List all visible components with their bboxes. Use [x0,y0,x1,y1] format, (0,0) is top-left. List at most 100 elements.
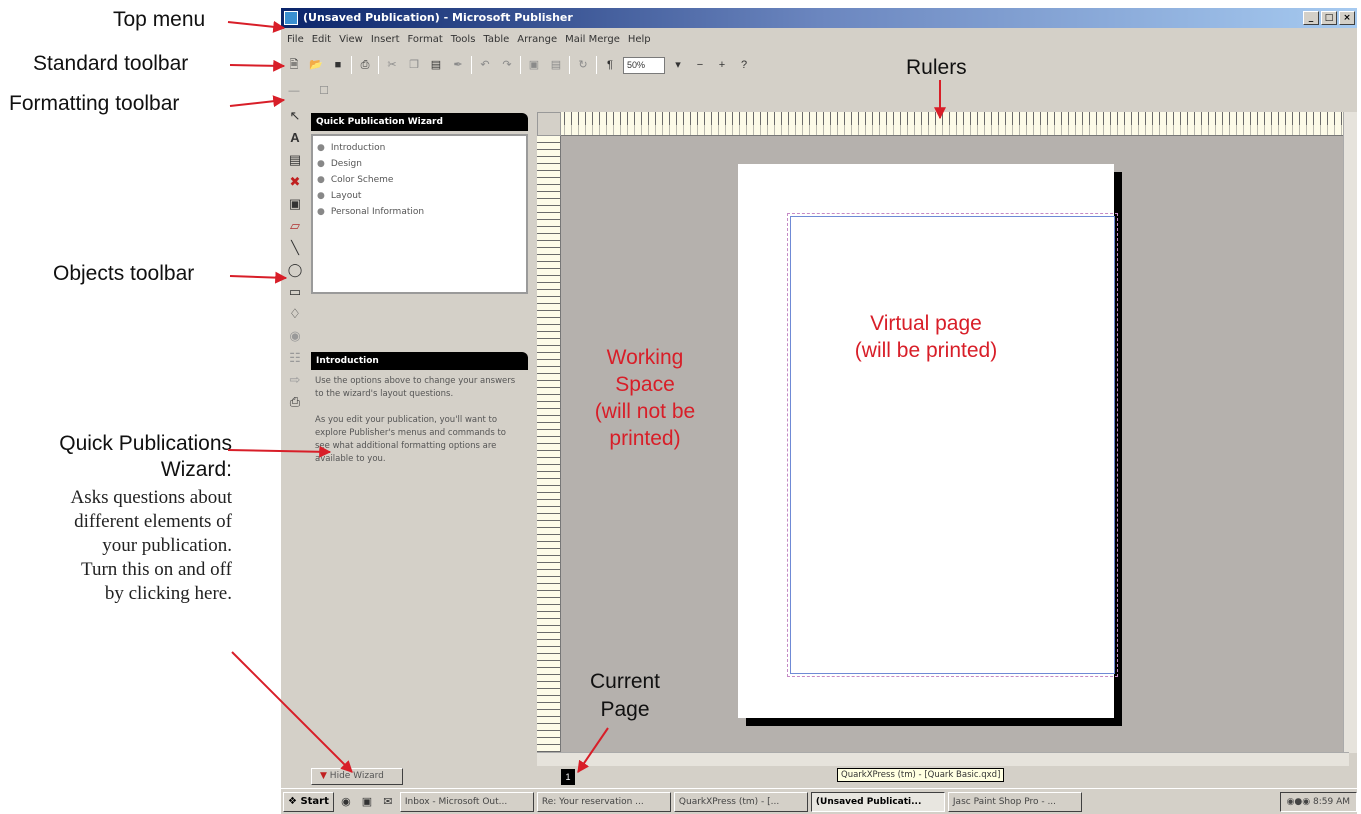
menu-insert[interactable]: Insert [371,30,400,50]
maximize-button[interactable]: □ [1321,11,1337,25]
picture-icon[interactable]: ▣ [285,194,305,213]
clock: 8:59 AM [1313,796,1350,807]
menu-arrange[interactable]: Arrange [517,30,557,50]
send-backward-icon[interactable]: ▤ [547,56,565,74]
vertical-ruler[interactable] [537,136,561,753]
taskbar-item-reservation[interactable]: Re: Your reservation ... [536,791,671,812]
menu-help[interactable]: Help [628,30,651,50]
wizard-item-introduction[interactable]: ● Introduction [317,140,522,156]
ruler-corner[interactable] [537,112,561,136]
label-qpw-description: Asks questions about different elements … [0,486,233,606]
wizard-item-design[interactable]: ● Design [317,156,522,172]
status-bar: ▼ Hide Wizard 1 QuarkXPress (tm) - [Quar… [281,766,1357,786]
label-objects-toolbar: Objects toolbar [53,262,195,285]
paste-icon[interactable]: ▤ [427,56,445,74]
new-icon[interactable]: 🗎 [285,56,303,74]
zoom-dropdown-icon[interactable]: ▾ [669,56,687,74]
wizard-intro-paragraph-2: As you edit your publication, you'll wan… [315,415,506,464]
menu-view[interactable]: View [339,30,363,50]
format-font-icon[interactable]: — [285,82,303,100]
toolbar-separator [471,56,472,74]
wordart-icon[interactable]: ✖ [285,172,305,191]
toolbar-separator [520,56,521,74]
redo-icon[interactable]: ↷ [498,56,516,74]
rotate-icon[interactable]: ↻ [574,56,592,74]
current-page-label-line: Page [600,698,650,721]
qpw-desc-line: different elements of [74,511,232,532]
pointer-icon[interactable]: ↖ [285,106,305,125]
hot-spot-icon[interactable]: ◉ [285,326,305,345]
taskbar-item-quarkxpress[interactable]: QuarkXPress (tm) - [... [673,791,808,812]
menu-format[interactable]: Format [408,30,443,50]
start-button[interactable]: ❖ Start [283,791,334,812]
cut-icon[interactable]: ✂ [383,56,401,74]
triangle-down-icon: ▼ [320,771,330,781]
current-page-indicator[interactable]: 1 [561,769,575,785]
menu-file[interactable]: File [287,30,304,50]
publisher-app-icon [284,11,298,25]
bring-forward-icon[interactable]: ▣ [525,56,543,74]
text-box-icon[interactable]: A [285,128,305,147]
label-rulers: Rulers [906,56,967,79]
publisher-window: (Unsaved Publication) - Microsoft Publis… [281,8,1357,814]
format-painter-icon[interactable]: ✒ [449,56,467,74]
oval-icon[interactable]: ◯ [285,260,305,279]
wizard-item-layout[interactable]: ● Layout [317,188,522,204]
qpw-desc-line: Turn this on and off [81,559,232,580]
tray-icons: ◉●◉ [1286,796,1313,807]
wizard-item-color-scheme[interactable]: ● Color Scheme [317,172,522,188]
zoom-select[interactable]: 50% [623,56,665,74]
open-icon[interactable]: 📂 [307,56,325,74]
taskbar-item-paint-shop-pro[interactable]: Jasc Paint Shop Pro - ... [947,791,1082,812]
print-icon[interactable]: ⎙ [356,56,374,74]
title-bar: (Unsaved Publication) - Microsoft Publis… [281,8,1357,28]
wizard-item-label: Layout [330,191,362,201]
label-formatting-toolbar: Formatting toolbar [9,92,180,115]
menu-tools[interactable]: Tools [451,30,476,50]
hide-wizard-button[interactable]: ▼ Hide Wizard [311,768,403,785]
line-icon[interactable]: ╲ [285,238,305,257]
rectangle-icon[interactable]: ▭ [285,282,305,301]
table-icon[interactable]: ▤ [285,150,305,169]
label-qpw-title-2: Wizard: [160,458,232,481]
wizard-item-label: Design [330,159,362,169]
toolbar-separator [351,56,352,74]
current-page-label-line: Current [589,670,661,693]
design-gallery-icon[interactable]: ⎙ [285,392,305,411]
vertical-scrollbar[interactable] [1343,112,1357,753]
undo-icon[interactable]: ↶ [476,56,494,74]
taskbar-item-inbox[interactable]: Inbox - Microsoft Out... [399,791,534,812]
toolbar-separator [378,56,379,74]
quick-launch-desktop-icon[interactable]: ▣ [358,793,376,811]
menu-mail-merge[interactable]: Mail Merge [565,30,620,50]
help-icon[interactable]: ? [735,56,753,74]
form-control-icon[interactable]: ☷ [285,348,305,367]
menu-edit[interactable]: Edit [312,30,331,50]
working-space[interactable]: Virtual page (will be printed) Working S… [537,112,1349,753]
wizard-item-label: Color Scheme [330,175,394,185]
copy-icon[interactable]: ❐ [405,56,423,74]
quick-launch-ie-icon[interactable]: ◉ [337,793,355,811]
zoom-out-icon[interactable]: − [691,56,709,74]
horizontal-ruler[interactable] [537,112,1349,136]
save-icon[interactable]: ■ [329,56,347,74]
zoom-in-icon[interactable]: + [713,56,731,74]
taskbar-item-publisher[interactable]: (Unsaved Publicati... [810,791,945,812]
minimize-button[interactable]: _ [1303,11,1319,25]
pilcrow-icon[interactable]: ¶ [601,56,619,74]
qpw-desc-line: your publication. [102,535,232,556]
menu-table[interactable]: Table [483,30,509,50]
format-style-icon[interactable]: ☐ [315,82,333,100]
html-code-icon[interactable]: ⇨ [285,370,305,389]
close-button[interactable]: × [1339,11,1355,25]
custom-shape-icon[interactable]: ♢ [285,304,305,323]
wizard-item-personal-information[interactable]: ● Personal Information [317,204,522,220]
clip-gallery-icon[interactable]: ▱ [285,216,305,235]
quick-launch-outlook-icon[interactable]: ✉ [379,793,397,811]
hide-wizard-label: Hide Wizard [329,771,384,781]
wizard-item-label: Personal Information [330,207,425,217]
virtual-page[interactable]: Virtual page (will be printed) [738,164,1118,718]
horizontal-scrollbar[interactable] [537,752,1349,766]
menu-bar: File Edit View Insert Format Tools Table… [281,30,1357,50]
virtual-page-label-line: (will be printed) [854,339,998,362]
